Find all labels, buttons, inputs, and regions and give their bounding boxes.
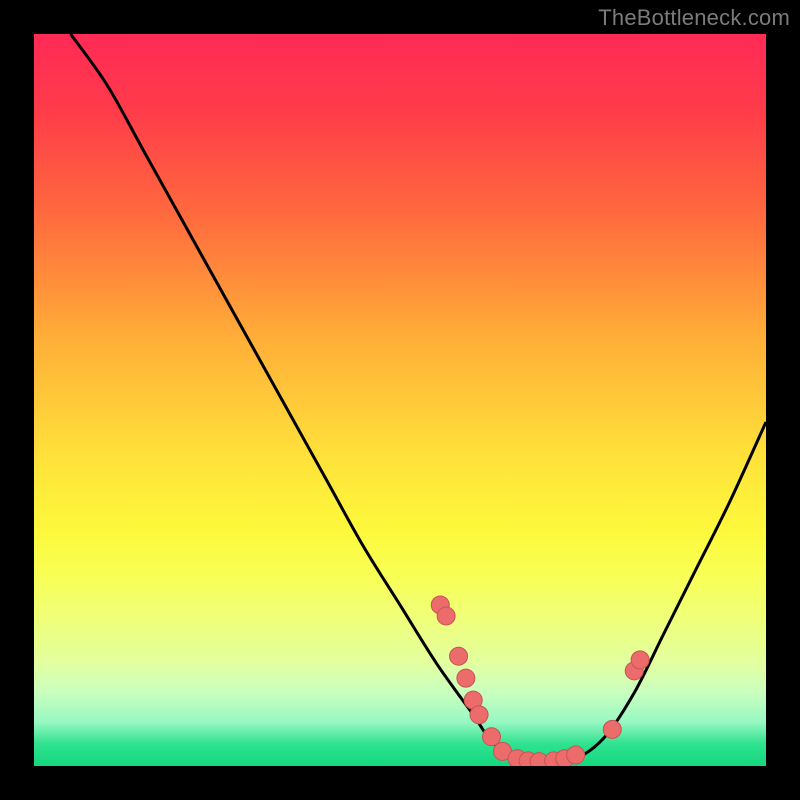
data-point (603, 720, 621, 738)
data-points (431, 596, 649, 766)
data-point (437, 607, 455, 625)
chart-frame: TheBottleneck.com (0, 0, 800, 800)
data-point (567, 746, 585, 764)
data-point (631, 651, 649, 669)
bottleneck-curve (34, 34, 766, 766)
watermark-text: TheBottleneck.com (598, 5, 790, 31)
data-point (457, 669, 475, 687)
data-point (470, 706, 488, 724)
data-point (483, 728, 501, 746)
data-point (450, 647, 468, 665)
curve-path (71, 34, 766, 763)
plot-area (34, 34, 766, 766)
